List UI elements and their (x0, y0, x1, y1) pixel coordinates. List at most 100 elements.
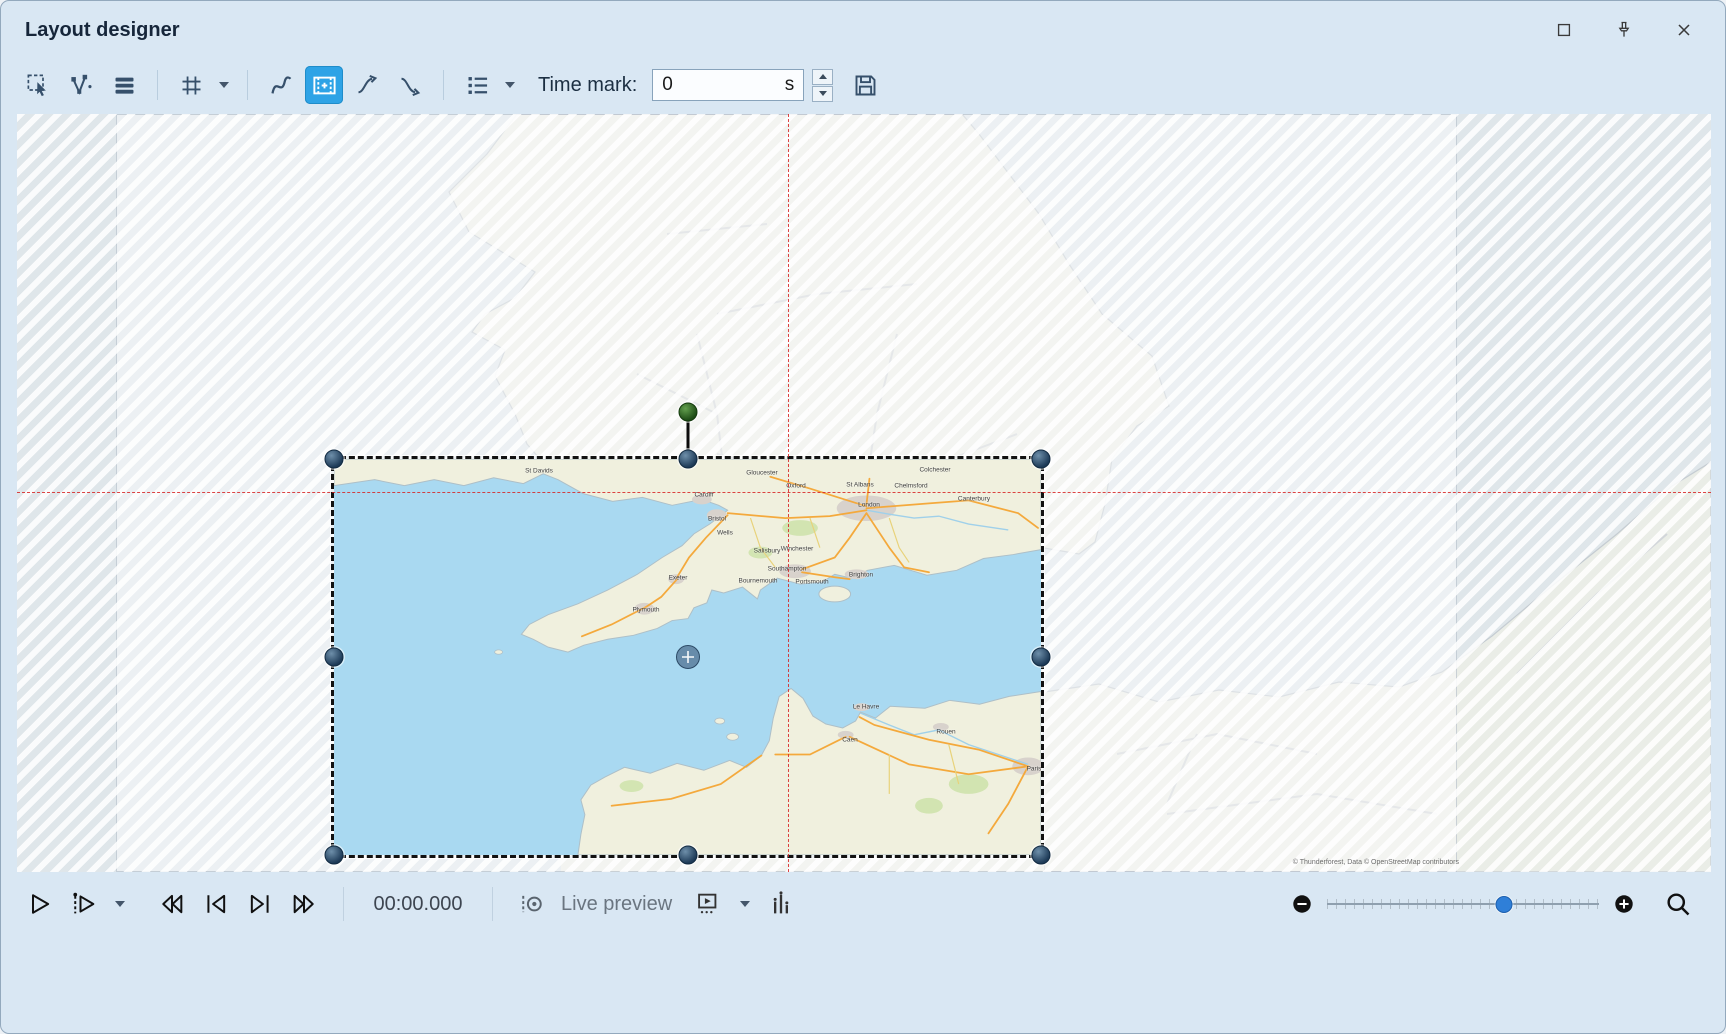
time-mark-input[interactable]: 0 s (652, 69, 804, 101)
handle-middle-left[interactable] (325, 648, 344, 667)
zoom-in-button[interactable] (1613, 893, 1635, 915)
city-label: Oxford (786, 483, 806, 490)
spinner-down-icon (819, 91, 827, 96)
handle-top-right[interactable] (1032, 450, 1051, 469)
layers-tool-icon (111, 72, 138, 99)
zoom-cluster (1291, 887, 1695, 921)
vertex-tool-icon (68, 72, 95, 99)
city-label: Paris (1027, 766, 1041, 773)
titlebar: Layout designer (1, 1, 1725, 59)
handle-bottom-center[interactable] (678, 846, 697, 865)
handle-top-left[interactable] (325, 450, 344, 469)
fade-in-tool-button[interactable] (348, 66, 386, 104)
fade-in-tool-icon (354, 72, 381, 99)
zoom-out-button[interactable] (1291, 893, 1313, 915)
list-tool-button[interactable] (458, 66, 496, 104)
select-tool-icon (25, 72, 52, 99)
close-button[interactable] (1669, 15, 1699, 45)
play-from-mark-button[interactable] (67, 887, 101, 921)
city-label: Caen (842, 737, 858, 744)
toolbar-separator (443, 70, 444, 100)
spinner-down-button[interactable] (812, 86, 833, 102)
grid-dropdown-caret[interactable] (219, 82, 229, 88)
city-label: Wells (717, 530, 733, 537)
magnifier-icon (1664, 890, 1692, 918)
city-label: Salisbury (754, 548, 781, 555)
transport-separator (343, 887, 344, 921)
save-icon (852, 72, 879, 99)
frame-tool-icon (311, 72, 338, 99)
pin-icon (1614, 20, 1634, 40)
toolbar-separator (157, 70, 158, 100)
time-mark-label: Time mark: (538, 74, 637, 97)
skip-to-start-icon (202, 890, 230, 918)
zoom-slider-thumb[interactable] (1495, 896, 1512, 913)
spinner-up-icon (819, 74, 827, 79)
play-button[interactable] (23, 887, 57, 921)
time-mark-value: 0 (662, 74, 673, 96)
city-label: Rouen (936, 729, 955, 736)
layers-tool-button[interactable] (105, 66, 143, 104)
fade-out-tool-button[interactable] (391, 66, 429, 104)
city-label: Exeter (669, 575, 688, 582)
list-tool-icon (464, 72, 491, 99)
toolbar-separator (247, 70, 248, 100)
handle-bottom-left[interactable] (325, 846, 344, 865)
city-label: Bristol (708, 516, 726, 523)
curve-tool-button[interactable] (262, 66, 300, 104)
skip-back-double-button[interactable] (155, 887, 189, 921)
skip-forward-double-icon (290, 890, 318, 918)
move-handle[interactable] (676, 645, 700, 669)
city-label: Portsmouth (795, 579, 828, 586)
skip-to-end-button[interactable] (243, 887, 277, 921)
time-mark-spinner (812, 69, 833, 102)
city-label: London (858, 502, 880, 509)
city-label: Plymouth (632, 607, 659, 614)
rotate-handle[interactable] (678, 403, 697, 422)
layout-designer-window: Layout designer (0, 0, 1726, 1034)
city-label: Chelmsford (894, 483, 927, 490)
handle-middle-right[interactable] (1032, 648, 1051, 667)
grid-tool-button[interactable] (172, 66, 210, 104)
zoom-slider[interactable] (1327, 893, 1599, 915)
window-title: Layout designer (25, 19, 179, 42)
select-tool-button[interactable] (19, 66, 57, 104)
handle-top-center[interactable] (678, 450, 697, 469)
city-label: Southampton (768, 566, 807, 573)
save-button[interactable] (846, 66, 884, 104)
list-dropdown-caret[interactable] (505, 82, 515, 88)
export-video-button[interactable] (692, 887, 726, 921)
grid-tool-icon (178, 72, 205, 99)
maximize-button[interactable] (1549, 15, 1579, 45)
time-mark-unit: s (785, 74, 795, 96)
zoom-mode-button[interactable] (1661, 887, 1695, 921)
time-display: 00:00.000 (366, 893, 470, 916)
spinner-up-button[interactable] (812, 69, 833, 85)
live-preview-button[interactable] (515, 887, 549, 921)
city-label: Winchester (781, 546, 814, 553)
export-options-caret[interactable] (740, 901, 750, 907)
play-options-caret[interactable] (115, 901, 125, 907)
layout-canvas[interactable]: St DavidsCardiffBristolGloucesterOxfordS… (17, 114, 1711, 872)
move-icon (681, 650, 695, 664)
close-icon (1674, 20, 1694, 40)
skip-forward-double-button[interactable] (287, 887, 321, 921)
pin-button[interactable] (1609, 15, 1639, 45)
vertex-tool-button[interactable] (62, 66, 100, 104)
zoom-slider-track (1327, 903, 1599, 905)
selection-frame[interactable]: St DavidsCardiffBristolGloucesterOxfordS… (331, 456, 1044, 858)
map-attribution: © Thunderforest, Data © OpenStreetMap co… (1293, 859, 1459, 866)
city-label: Canterbury (958, 496, 990, 503)
skip-to-end-icon (246, 890, 274, 918)
zoom-in-icon (1613, 893, 1635, 915)
maximize-icon (1554, 20, 1574, 40)
city-label: Bournemouth (738, 578, 777, 585)
frame-tool-button[interactable] (305, 66, 343, 104)
city-label: Brighton (849, 572, 873, 579)
city-label: Gloucester (746, 470, 777, 477)
skip-to-start-button[interactable] (199, 887, 233, 921)
city-label: St Albans (846, 482, 873, 489)
performance-button[interactable] (764, 887, 798, 921)
live-preview-label: Live preview (561, 893, 672, 916)
handle-bottom-right[interactable] (1032, 846, 1051, 865)
